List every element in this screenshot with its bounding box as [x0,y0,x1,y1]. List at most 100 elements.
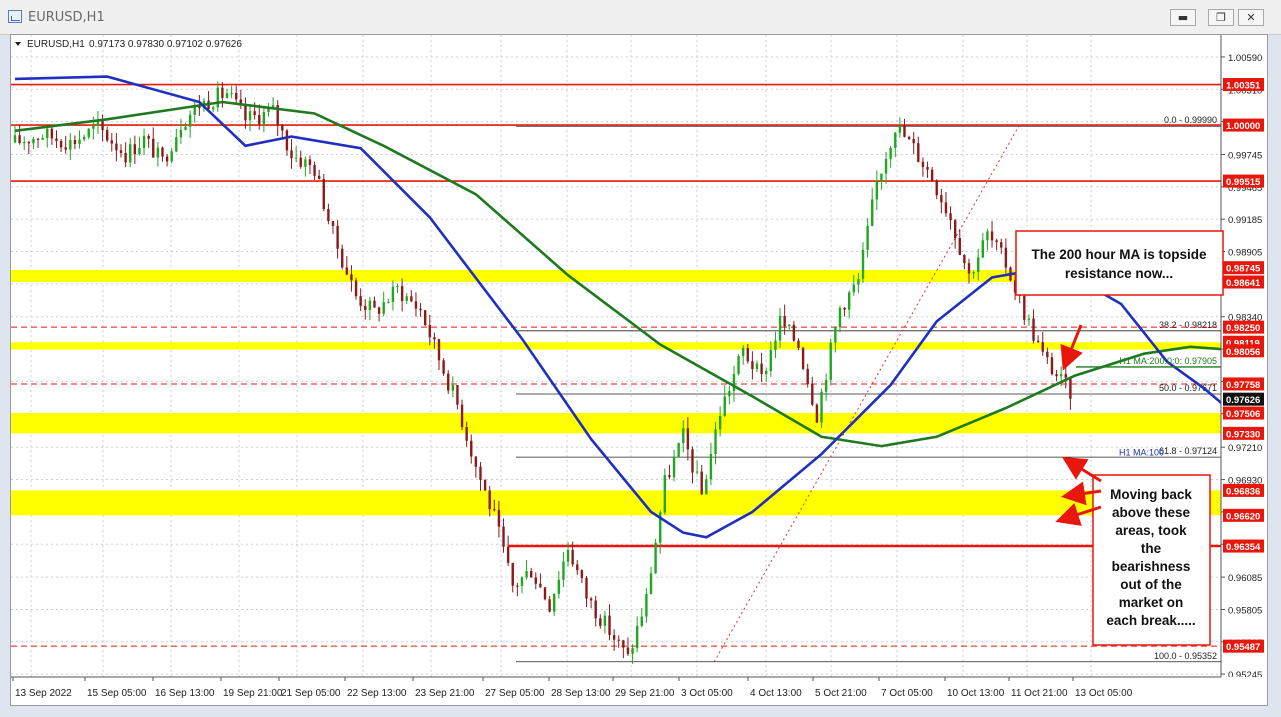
candle-body [294,157,298,159]
candle-body [1027,318,1031,320]
candle-body [645,593,648,617]
candle-body [668,475,671,478]
candle-body [211,107,215,110]
candle-body [317,175,321,180]
candle-body [898,126,902,133]
candle-body [92,125,95,129]
annotation-text-break: each break..... [1106,613,1195,628]
annotation-box-ma [1015,230,1224,296]
time-tick-label: 29 Sep 21:00 [615,688,675,699]
candle-body [129,144,132,163]
candle-body [433,337,436,340]
candle-body [700,471,703,495]
candle-body [695,471,699,473]
candle-body [728,391,731,397]
chart-symbol-label: EURUSD,H1 [27,39,85,50]
candle-body [451,385,455,391]
price-tag-label: 0.97626 [1226,395,1260,406]
candle-body [142,136,146,148]
candle-body [935,180,938,196]
candle-body [479,466,482,480]
price-tick-label: 0.99745 [1228,151,1262,162]
candle-body [981,240,985,258]
candle-body [354,280,358,297]
title-bar[interactable]: EURUSD,H1 ▬ ❐ ✕ [0,0,1281,35]
candle-body [811,384,814,405]
candle-body [594,600,597,619]
candle-body [580,570,584,578]
candle-body [387,301,390,303]
candle-body [23,142,26,144]
close-button[interactable]: ✕ [1238,9,1264,26]
candle-body [115,143,118,151]
candle-body [428,324,431,338]
price-tag-label: 1.00351 [1226,81,1261,92]
candle-body [861,249,865,279]
candle-body [548,599,551,612]
fibonacci-level-label: 61.8 - 0.97124 [1159,446,1217,456]
candle-body [838,307,842,328]
candle-body [705,479,708,495]
candle-body [792,324,796,341]
chart-ohlc-label: 0.97173 0.97830 0.97102 0.97626 [89,39,242,50]
candle-body [110,140,113,144]
candle-body [778,316,782,341]
candle-body [483,479,487,491]
candle-body [1055,374,1058,377]
fibonacci-level-label: 100.0 - 0.95352 [1154,651,1217,661]
candle-body [46,128,49,138]
price-tick-label: 0.97210 [1228,443,1262,454]
candle-body [59,141,63,148]
candle-body [686,428,690,450]
candle-body [1059,374,1063,377]
candle-body [341,248,344,268]
candle-body [27,142,31,144]
candle-body [221,87,224,98]
candle-body [626,647,630,654]
candle-body [843,307,846,310]
candle-body [447,373,450,391]
candle-body [488,490,491,510]
candle-body [230,92,233,94]
candle-body [1036,340,1040,343]
candle-body [783,316,786,327]
candle-body [147,136,150,139]
candle-body [285,130,289,151]
candle-body [511,562,514,586]
candle-body [87,128,90,137]
candle-body [543,587,547,600]
annotation-text-break: out of the [1120,577,1182,592]
candle-body [179,129,183,138]
restore-button[interactable]: ❐ [1208,9,1234,26]
candle-body [760,363,763,374]
price-chart[interactable]: 0.0 - 0.9999038.2 - 0.9821850.0 - 0.9767… [11,35,1281,705]
candle-body [977,257,980,273]
candle-body [13,135,17,143]
candle-body [585,577,588,599]
candle-body [1032,318,1035,341]
terminal-window: EURUSD,H1 ▬ ❐ ✕ 0.0 - 0.99990 38.2 - 0.98… [0,0,1281,717]
candle-body [654,542,657,574]
candle-body [322,179,325,209]
candle-body [663,475,667,513]
candle-body [930,169,934,181]
candle-body [926,167,929,170]
candle-body [677,442,680,457]
chart-area[interactable]: 0.0 - 0.99990 38.2 - 0.98218 50.0 - 0.9767… [10,34,1281,706]
candle-body [281,125,284,131]
annotation-text-break: above these [1112,505,1191,520]
candle-body [875,181,879,200]
candle-body [216,87,219,108]
candle-body [912,139,915,144]
time-tick-label: 28 Sep 13:00 [551,688,611,699]
minimize-button[interactable]: ▬ [1170,9,1196,26]
candle-body [400,286,404,301]
annotation-text-break: Moving back [1110,487,1192,502]
candle-body [32,138,35,144]
price-tick-label: 0.96085 [1228,573,1262,584]
price-tick-label: 0.99185 [1228,215,1262,226]
candle-body [156,147,160,158]
price-axis: 1.005901.003101.000300.997450.994650.991… [1220,35,1267,705]
candle-body [751,361,754,370]
candle-body [313,165,316,176]
